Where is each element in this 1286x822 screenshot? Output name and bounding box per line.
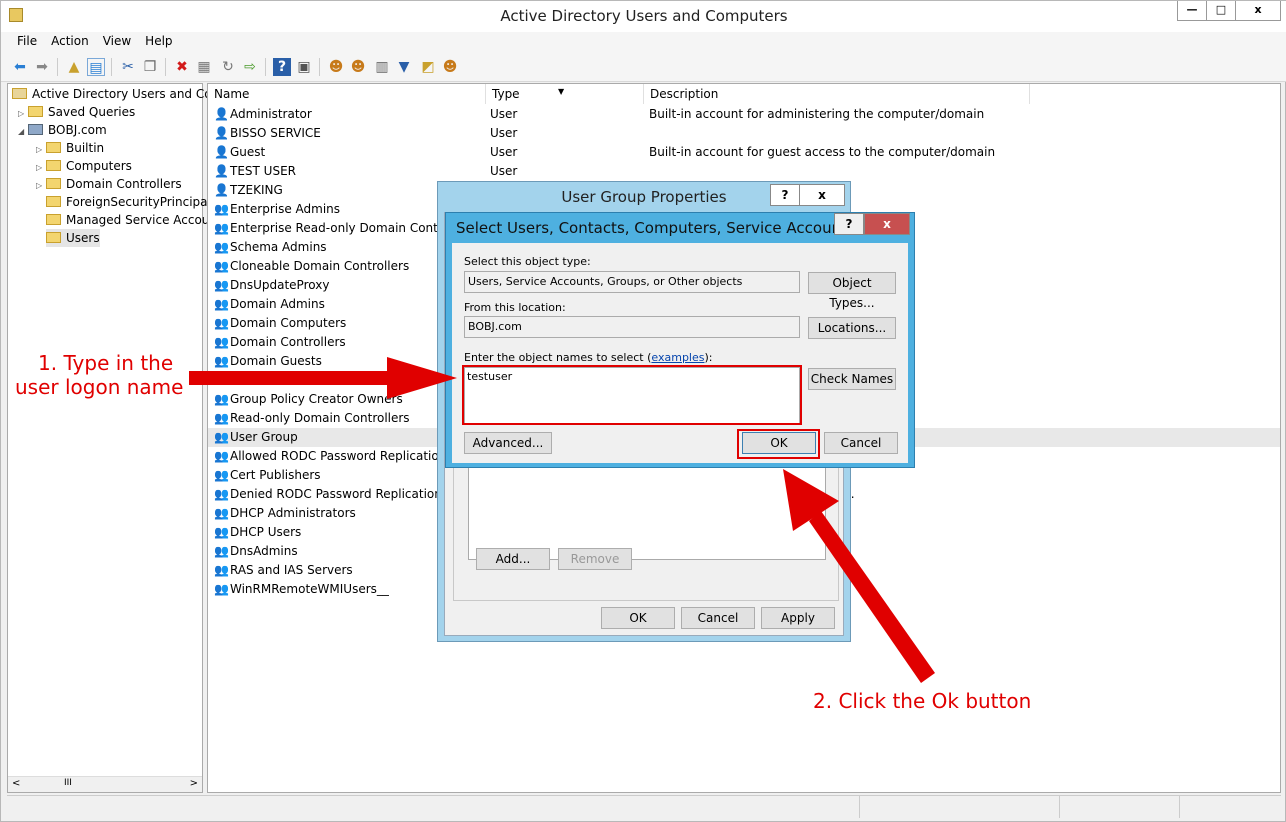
step1-arrow-icon xyxy=(189,357,457,399)
step2-arrow-icon xyxy=(783,469,935,683)
annotation-arrows xyxy=(189,357,935,683)
app-window: Active Directory Users and Computers — □… xyxy=(0,0,1286,822)
